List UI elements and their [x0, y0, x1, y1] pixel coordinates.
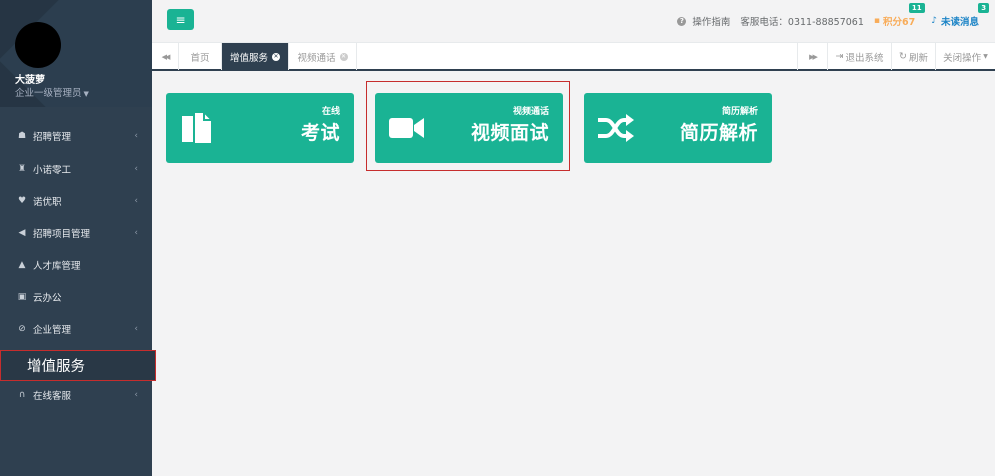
bullhorn-icon: ◀ [18, 228, 26, 238]
sidebar-item-value-added-services[interactable]: 增值服务 [0, 350, 156, 381]
paperclip-icon: ⊘ [18, 324, 26, 334]
card-small-label: 在线 [321, 107, 340, 117]
topbar: ≡ ? 操作指南 客服电话：0311-88857061 ▪ 积分67 11 ♪ 未读消息… [152, 0, 995, 42]
card-resume-parsing[interactable]: 简历解析 简历解析 [584, 93, 772, 163]
question-circle-icon: ? [677, 16, 687, 26]
sidebar-item-label: 增值服务 [27, 359, 85, 375]
tabs-bar: ◀◀ 首页 增值服务 ✕ 视频通话 ✕ ▶▶ ⇥ 退出系统 ↻ 刷新 关闭操作 ▼ [152, 42, 995, 71]
card-small-label: 简历解析 [721, 107, 758, 117]
logout-label: 退出系统 [845, 52, 884, 64]
graduation-cap-icon: ▲ [18, 260, 26, 270]
tab-value-added-services[interactable]: 增值服务 ✕ [222, 43, 289, 70]
points-label: 积分67 [883, 17, 916, 28]
sidebar-item-label: 云办公 [33, 293, 62, 304]
sidebar-item-cloud-office[interactable]: ▣ 云办公 [0, 283, 152, 311]
tabs-scroll-left-button[interactable]: ◀◀ [152, 43, 179, 70]
messages-label: 未读消息 [940, 17, 979, 28]
guide-label: 操作指南 [692, 17, 731, 28]
tab-home[interactable]: 首页 [179, 43, 222, 70]
close-operations-dropdown[interactable]: 关闭操作 ▼ [935, 43, 995, 70]
chess-icon: ♜ [17, 164, 27, 174]
profile-panel: 大菠萝 企业一级管理员 ▼ [0, 0, 152, 107]
sidebar-item-talent-pool[interactable]: ▲ 人才库管理 [0, 251, 152, 279]
messages-badge: 3 [978, 3, 990, 13]
headphones-icon: ∩ [18, 390, 26, 400]
sidebar-item-label: 企业管理 [33, 325, 72, 336]
sign-out-icon: ⇥ [835, 51, 844, 62]
messages-link[interactable]: ♪ 未读消息 3 [931, 3, 990, 28]
guide-link[interactable]: ? 操作指南 [677, 14, 730, 28]
tab-label: 首页 [190, 52, 210, 64]
bar-chart-icon: ▪ [873, 16, 880, 26]
sidebar: 大菠萝 企业一级管理员 ▼ ☗ 招聘管理 ‹ ♜ 小诺零工 ‹ ♥ 诺优职 ‹ ◀… [0, 0, 156, 476]
close-icon[interactable]: ✕ [339, 52, 348, 61]
sidebar-item-label: 诺优职 [33, 197, 62, 208]
sidebar-item-label: 在线客服 [33, 391, 72, 402]
refresh-label: 刷新 [908, 52, 928, 64]
refresh-icon: ↻ [899, 51, 907, 62]
avatar[interactable] [15, 22, 61, 68]
service-phone: 客服电话：0311-88857061 [740, 14, 863, 28]
topbar-right: ? 操作指南 客服电话：0311-88857061 ▪ 积分67 11 ♪ 未读消息 3 [677, 0, 995, 42]
sidebar-item-recruit-projects[interactable]: ◀ 招聘项目管理 ‹ [0, 219, 152, 247]
user-name: 大菠萝 [15, 75, 45, 86]
sidebar-item-recruitment[interactable]: ☗ 招聘管理 ‹ [0, 122, 152, 150]
double-chevron-left-icon: ◀◀ [161, 52, 171, 61]
double-chevron-right-icon: ▶▶ [809, 52, 818, 61]
chevron-left-icon: ‹ [134, 131, 138, 141]
tab-label: 视频通话 [297, 52, 336, 64]
points-badge: 11 [908, 3, 925, 13]
sidebar-item-company-management[interactable]: ⊘ 企业管理 ‹ [0, 315, 152, 343]
chevron-left-icon: ‹ [134, 196, 138, 206]
hamburger-icon: ≡ [175, 12, 186, 27]
highlight-box [366, 81, 570, 171]
close-operations-label: 关闭操作 [943, 52, 982, 64]
chevron-left-icon: ‹ [134, 324, 138, 334]
chevron-left-icon: ‹ [134, 390, 138, 400]
points-link[interactable]: ▪ 积分67 11 [873, 3, 925, 28]
sidebar-item-gig-work[interactable]: ♜ 小诺零工 ‹ [0, 155, 152, 183]
sidebar-item-label: 小诺零工 [33, 165, 72, 176]
service-phone-text: 客服电话：0311-88857061 [740, 17, 864, 28]
sidebar-item-online-support[interactable]: ∩ 在线客服 ‹ [0, 381, 152, 409]
card-title: 简历解析 [679, 122, 758, 144]
chevron-left-icon: ‹ [134, 164, 138, 174]
caret-down-icon: ▼ [983, 53, 988, 60]
heart-icon: ♥ [17, 196, 27, 206]
refresh-button[interactable]: ↻ 刷新 [891, 43, 935, 70]
card-online-exam[interactable]: 在线 考试 [166, 93, 354, 163]
sidebar-item-label: 招聘项目管理 [33, 229, 91, 240]
sidebar-item-nuoyouzhi[interactable]: ♥ 诺优职 ‹ [0, 187, 152, 215]
desktop-icon: ☗ [17, 131, 27, 141]
tab-label: 增值服务 [229, 52, 268, 64]
menu-toggle-button[interactable]: ≡ [167, 9, 194, 30]
chevron-left-icon: ‹ [134, 228, 138, 238]
briefcase-icon: ▣ [17, 292, 27, 302]
caret-down-icon: ▼ [83, 90, 89, 98]
user-role-label: 企业一级管理员 [15, 88, 82, 99]
user-role-dropdown[interactable]: 企业一级管理员 ▼ [15, 85, 89, 99]
tab-video-call[interactable]: 视频通话 ✕ [289, 43, 357, 70]
sidebar-item-label: 人才库管理 [33, 261, 81, 272]
tabs-scroll-right-button[interactable]: ▶▶ [797, 43, 827, 70]
card-title: 考试 [300, 122, 340, 144]
sidebar-item-label: 招聘管理 [33, 132, 72, 143]
shuffle-icon [598, 114, 634, 142]
bell-icon: ♪ [931, 16, 937, 26]
logout-button[interactable]: ⇥ 退出系统 [827, 43, 891, 70]
close-icon[interactable]: ✕ [272, 52, 280, 61]
copy-icon [182, 111, 213, 145]
